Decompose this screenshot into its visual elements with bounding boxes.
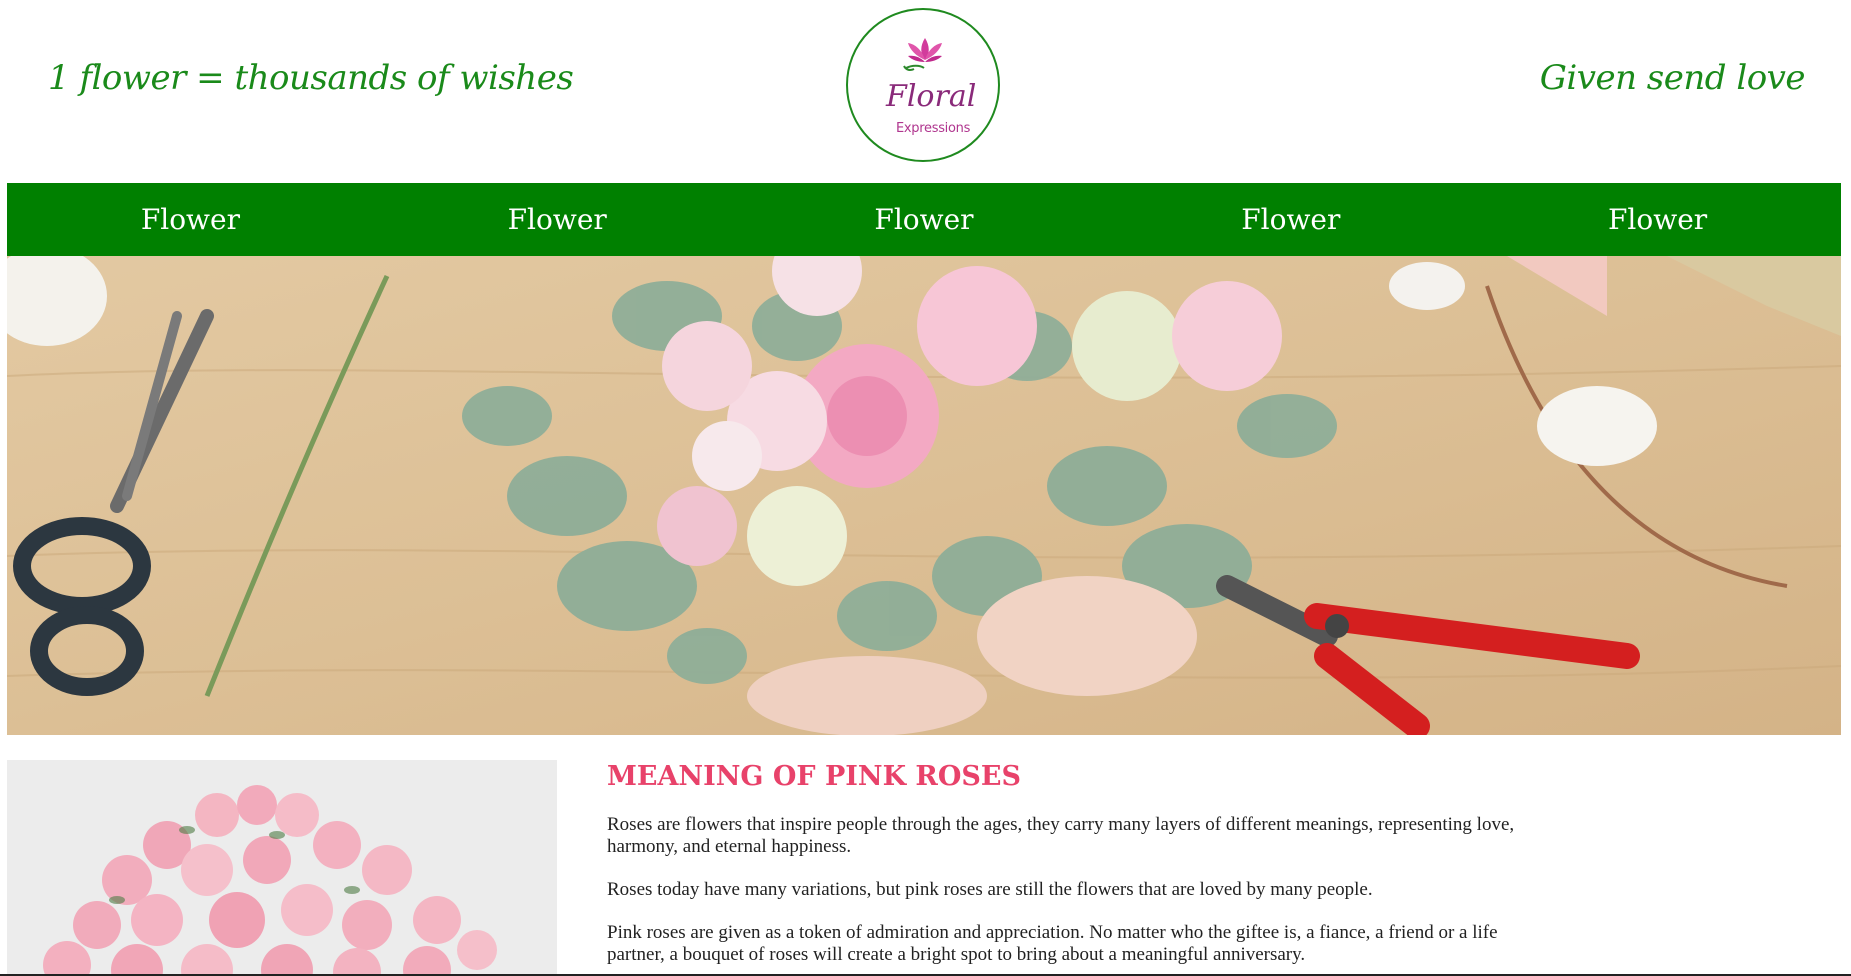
main-nav: Flower Flower Flower Flower Flower: [7, 183, 1841, 256]
nav-item-2[interactable]: Flower: [374, 183, 741, 256]
article: MEANING OF PINK ROSES Roses are flowers …: [607, 760, 1537, 966]
logo-word-expressions: Expressions: [896, 121, 971, 136]
nav-item-3[interactable]: Flower: [741, 183, 1108, 256]
nav-item-1[interactable]: Flower: [7, 183, 374, 256]
tagline-left: 1 flower = thousands of wishes: [48, 58, 574, 98]
tagline-right: Given send love: [1539, 58, 1806, 98]
article-paragraph-1: Roses are flowers that inspire people th…: [607, 814, 1515, 857]
logo-word-floral: Floral: [886, 79, 977, 114]
nav-item-4[interactable]: Flower: [1107, 183, 1474, 256]
article-title: MEANING OF PINK ROSES: [607, 761, 1021, 792]
floral-expressions-logo[interactable]: Floral Expressions: [846, 8, 1000, 162]
article-paragraph-2: Roses today have many variations, but pi…: [607, 879, 1373, 900]
pink-roses-photo: [7, 760, 557, 976]
hero-banner-image: [7, 256, 1841, 735]
nav-item-5[interactable]: Flower: [1474, 183, 1841, 256]
article-paragraph-3: Pink roses are given as a token of admir…: [607, 922, 1498, 965]
site-header: 1 flower = thousands of wishes Floral Ex…: [0, 0, 1851, 183]
